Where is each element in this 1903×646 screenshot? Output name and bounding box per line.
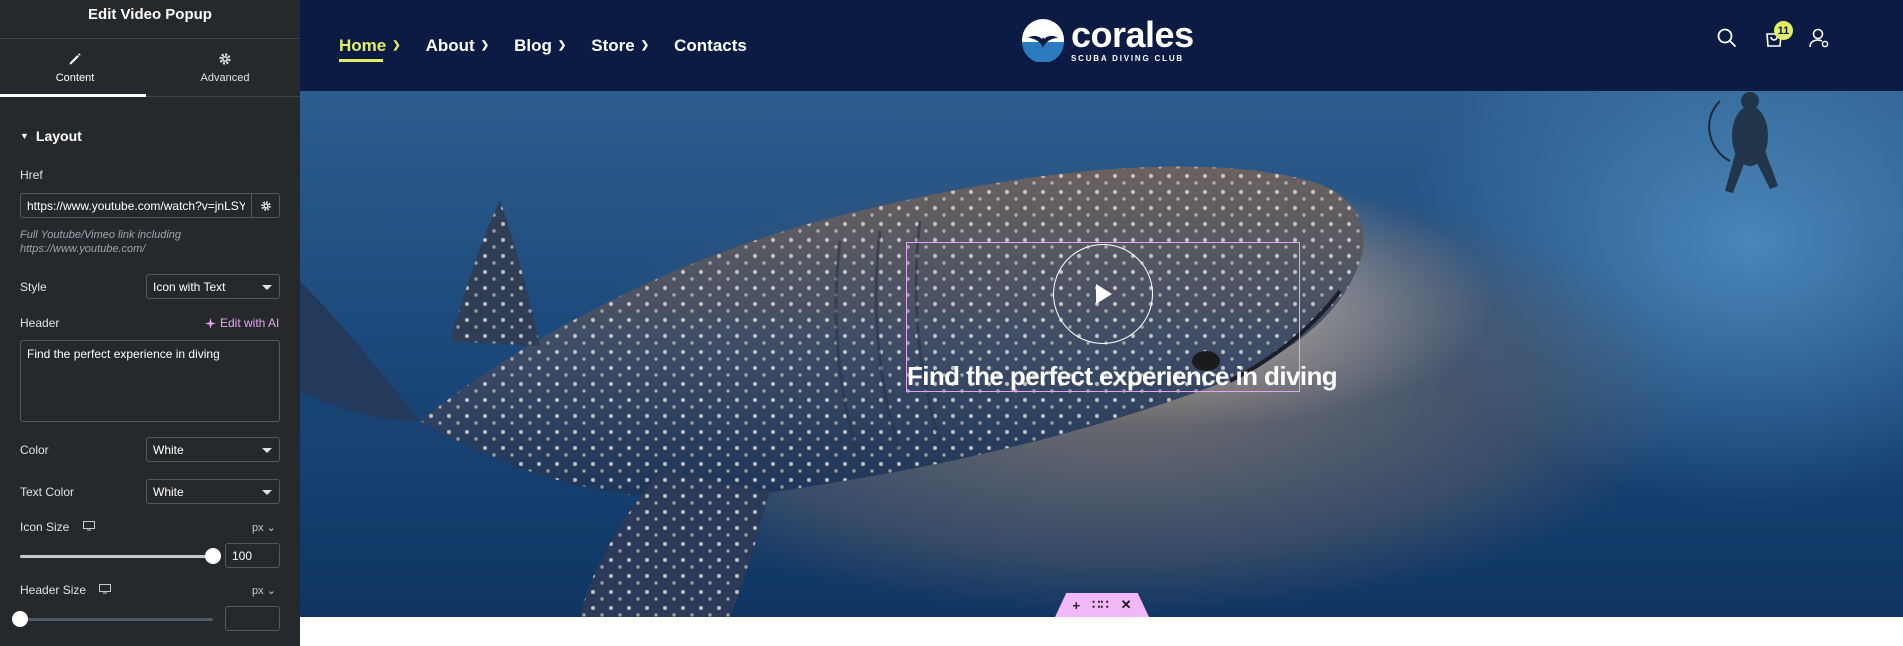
editor-app: Edit Video Popup Content Advanced ▼ Layo… — [0, 0, 1903, 646]
icon-size-value: 100 — [232, 549, 253, 563]
style-label: Style — [20, 280, 47, 294]
cart-count-badge: 11 — [1774, 21, 1793, 40]
nav-item-label: Store — [591, 35, 635, 55]
tab-content-label: Content — [55, 71, 95, 84]
site-logo[interactable]: corales SCUBA DIVING CLUB — [1021, 17, 1194, 63]
gear-icon — [219, 52, 231, 65]
section-handle[interactable]: + ∷∷ ✕ — [1055, 593, 1149, 617]
tab-content[interactable]: Content — [0, 39, 150, 97]
video-popup-header: Find the perfect experience in diving — [907, 361, 1338, 391]
nav-item-about[interactable]: About ❯ — [426, 36, 489, 56]
style-select[interactable]: Icon with Text — [146, 274, 280, 299]
href-help-text: Full Youtube/Vimeo link including https:… — [20, 229, 182, 255]
chevron-right-icon: ❯ — [392, 40, 401, 51]
dynamic-tags-button[interactable] — [252, 193, 280, 218]
edit-with-ai-button[interactable]: Edit with AI — [205, 316, 279, 330]
style-select-value: Icon with Text — [153, 280, 226, 294]
header-textarea-value: Find the perfect experience in diving — [27, 347, 220, 361]
logo-text: corales SCUBA DIVING CLUB — [1071, 17, 1194, 63]
nav-item-store[interactable]: Store ❯ — [591, 36, 649, 56]
site-header: Home ❯ About ❯ Blog ❯ Store ❯ Contacts coral… — [300, 0, 1903, 91]
color-select[interactable]: White — [146, 437, 280, 462]
gear-icon — [260, 200, 271, 211]
add-section-icon[interactable]: + — [1072, 598, 1080, 613]
text-color-label: Text Color — [20, 485, 75, 499]
header-size-slider-thumb[interactable] — [12, 611, 28, 627]
header-size-unit: px — [252, 585, 264, 597]
panel-title: Edit Video Popup — [88, 5, 212, 23]
editor-panel: Edit Video Popup Content Advanced ▼ Layo… — [0, 0, 300, 646]
header-size-slider[interactable] — [12, 611, 213, 627]
chevron-right-icon: ❯ — [557, 40, 567, 51]
video-popup-widget[interactable]: Find the perfect experience in diving — [906, 242, 1338, 392]
layout-section-title: Layout — [35, 128, 82, 144]
icon-size-slider-fill — [20, 555, 213, 558]
icon-size-label: Icon Size — [20, 520, 70, 534]
nav-item-home[interactable]: Home ❯ — [339, 35, 401, 62]
desktop-icon[interactable] — [83, 521, 95, 531]
icon-size-unit: px — [252, 522, 264, 534]
logo-name: corales — [1071, 14, 1194, 55]
close-icon[interactable]: ✕ — [1121, 597, 1132, 613]
header-size-input[interactable] — [225, 606, 280, 631]
nav-item-label: Blog — [514, 35, 552, 55]
icon-size-input[interactable]: 100 — [225, 543, 280, 568]
nav-item-label: About — [425, 35, 475, 55]
header-size-label: Header Size — [20, 583, 87, 597]
color-select-value: White — [153, 443, 184, 457]
chevron-right-icon: ❯ — [640, 40, 650, 51]
sparkle-icon — [205, 317, 216, 329]
nav-item-label: Home — [339, 35, 387, 55]
href-label: Href — [20, 168, 43, 182]
user-account-icon[interactable] — [1808, 28, 1830, 48]
icon-size-slider-thumb[interactable] — [205, 548, 221, 564]
header-textarea[interactable]: Find the perfect experience in diving — [20, 340, 280, 422]
play-icon — [1096, 284, 1112, 304]
icon-size-slider[interactable] — [20, 548, 221, 564]
pencil-icon — [69, 52, 81, 64]
whale-tail-logo-icon — [1022, 19, 1064, 62]
tab-advanced[interactable]: Advanced — [150, 39, 300, 96]
drag-handle-icon[interactable]: ∷∷ — [1092, 597, 1109, 613]
text-color-select[interactable]: White — [146, 479, 280, 504]
href-input[interactable] — [20, 193, 252, 218]
text-color-select-value: White — [153, 485, 184, 499]
panel-tabs: Content Advanced — [0, 39, 300, 97]
nav-item-blog[interactable]: Blog ❯ — [514, 36, 566, 56]
icon-size-unit-select[interactable]: px ⌄ — [252, 521, 276, 534]
hero-section: Find the perfect experience in diving + … — [300, 91, 1903, 617]
edit-with-ai-label: Edit with AI — [220, 316, 280, 330]
desktop-icon[interactable] — [99, 584, 111, 594]
panel-header: Edit Video Popup — [0, 0, 300, 39]
layout-section-toggle[interactable]: ▼ Layout — [0, 121, 300, 151]
play-button[interactable] — [1053, 244, 1153, 344]
nav-item-label: Contacts — [674, 35, 747, 55]
nav-item-contacts[interactable]: Contacts — [674, 36, 747, 56]
header-size-unit-select[interactable]: px ⌄ — [252, 584, 276, 597]
site-preview: Home ❯ About ❯ Blog ❯ Store ❯ Contacts coral… — [300, 0, 1903, 646]
search-icon[interactable] — [1717, 28, 1737, 48]
color-label: Color — [20, 443, 49, 457]
logo-tagline: SCUBA DIVING CLUB — [1071, 54, 1184, 63]
caret-down-icon: ▼ — [20, 131, 29, 141]
header-label: Header — [20, 316, 60, 330]
href-control — [20, 193, 280, 218]
tab-advanced-label: Advanced — [200, 71, 250, 84]
main-nav: Home ❯ About ❯ Blog ❯ Store ❯ Contacts — [339, 0, 772, 91]
chevron-right-icon: ❯ — [480, 40, 490, 51]
